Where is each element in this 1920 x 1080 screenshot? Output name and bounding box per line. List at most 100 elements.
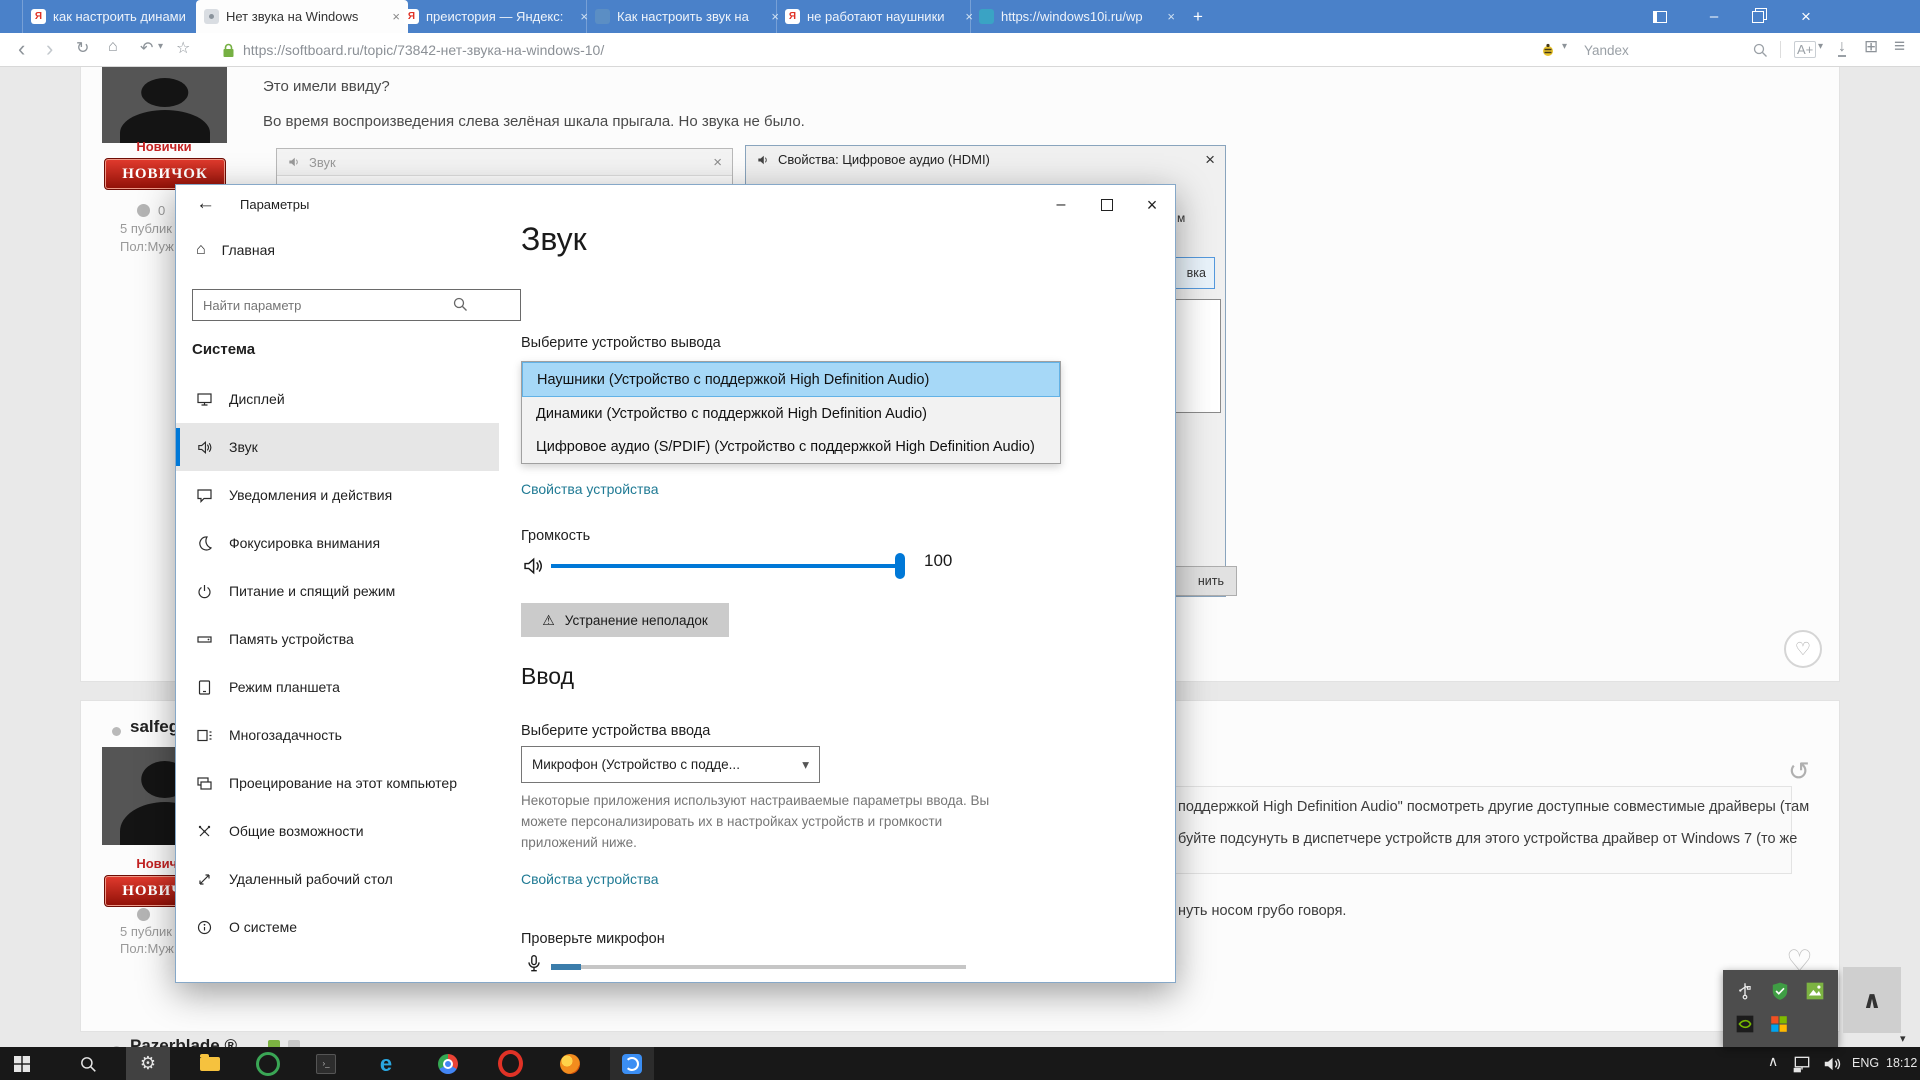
new-tab-button[interactable]: +: [1180, 0, 1216, 33]
browser-tab-2-active[interactable]: Нет звука на Windows ×: [196, 0, 408, 33]
device-properties-link[interactable]: Свойства устройства: [521, 871, 659, 887]
back-icon[interactable]: ←: [196, 193, 215, 215]
window-close-button[interactable]: ×: [1786, 0, 1826, 33]
undo-icon[interactable]: ↶: [140, 38, 153, 58]
browser-tab-1[interactable]: Я как настроить динами ×: [22, 0, 211, 33]
back-nav-icon[interactable]: ‹: [18, 36, 25, 62]
volume-slider-thumb[interactable]: [895, 553, 905, 579]
taskbar-file-explorer[interactable]: [188, 1047, 232, 1080]
secure-lock-icon[interactable]: [222, 43, 235, 58]
home-icon: ⌂: [196, 241, 206, 259]
volume-slider-track[interactable]: [551, 564, 903, 568]
clock[interactable]: 18:12: [1886, 1056, 1917, 1070]
sidebar-item-about[interactable]: О системе: [176, 903, 499, 951]
taskbar-app-green[interactable]: [246, 1047, 290, 1080]
like-button[interactable]: ♡: [1784, 630, 1822, 668]
device-option-headphones[interactable]: Наушники (Устройство с поддержкой High D…: [522, 362, 1060, 397]
sidebar-item-display[interactable]: Дисплей: [176, 375, 499, 423]
sidebar-item-notifications[interactable]: Уведомления и действия: [176, 471, 499, 519]
sidebar-item-tablet-mode[interactable]: Режим планшета: [176, 663, 499, 711]
language-indicator[interactable]: ENG: [1852, 1056, 1879, 1070]
taskbar-app-console[interactable]: ›_: [304, 1047, 348, 1080]
search-icon[interactable]: [452, 296, 468, 312]
browser-tab-6[interactable]: https://windows10i.ru/wp ×: [970, 0, 1183, 33]
sidebar-item-projecting[interactable]: Проецирование на этот компьютер: [176, 759, 499, 807]
font-size-icon[interactable]: A+: [1794, 41, 1816, 58]
sidebar-item-power[interactable]: Питание и спящий режим: [176, 567, 499, 615]
nvidia-icon[interactable]: [1735, 1014, 1755, 1034]
reputation-icon: [137, 908, 150, 921]
browser-tab-4[interactable]: Как настроить звук на ×: [586, 0, 787, 33]
reply-icon[interactable]: ↺: [1788, 756, 1810, 787]
taskbar-firefox[interactable]: [548, 1047, 592, 1080]
sidebar-item-multitasking[interactable]: Многозадачность: [176, 711, 499, 759]
chevron-down-icon: ▾: [802, 757, 809, 773]
quote-text-fragment: буйте подсунуть в диспетчере устройств д…: [1178, 831, 1797, 847]
defender-shield-icon[interactable]: [1770, 980, 1790, 1002]
minimize-button[interactable]: –: [1041, 185, 1081, 225]
download-icon[interactable]: ↓: [1838, 38, 1846, 57]
menu-icon[interactable]: ≡: [1894, 36, 1905, 58]
taskbar-edge[interactable]: e: [364, 1047, 408, 1080]
input-note: Некоторые приложения используют настраив…: [521, 791, 999, 854]
tray-chevron-up-icon[interactable]: ∧: [1768, 1053, 1778, 1070]
button-label: вка: [1187, 266, 1206, 280]
bookmark-star-icon[interactable]: ☆: [176, 38, 190, 58]
close-icon[interactable]: ×: [713, 154, 722, 171]
search-icon[interactable]: [1752, 42, 1768, 58]
close-button[interactable]: ×: [1132, 185, 1172, 225]
settings-search-box[interactable]: [192, 289, 479, 319]
close-icon[interactable]: ×: [1205, 150, 1215, 170]
taskbar-search-button[interactable]: [66, 1047, 110, 1080]
search-input[interactable]: [192, 289, 521, 321]
speaker-icon[interactable]: [1822, 1054, 1842, 1074]
browser-tab-5[interactable]: Я не работают наушники ×: [776, 0, 981, 33]
start-button[interactable]: [0, 1047, 44, 1080]
browser-tab-3[interactable]: Я преистория — Яндекс: ×: [396, 0, 596, 33]
sidebar-item-shared-experiences[interactable]: Общие возможности: [176, 807, 499, 855]
maximize-button[interactable]: [1087, 185, 1127, 225]
photo-app-icon[interactable]: [1805, 981, 1825, 1001]
tray-show-hidden-button[interactable]: ∧: [1843, 967, 1901, 1033]
sidebar-section-title: Система: [192, 341, 255, 358]
sidebar-item-sound[interactable]: Звук: [176, 423, 499, 471]
sidebar-item-storage[interactable]: Память устройства: [176, 615, 499, 663]
device-properties-link[interactable]: Свойства устройства: [521, 481, 659, 497]
forward-nav-icon[interactable]: ›: [46, 36, 53, 62]
username[interactable]: salfeg: [130, 717, 179, 737]
window-restore-button[interactable]: [1738, 0, 1778, 33]
troubleshoot-button[interactable]: ⚠ Устранение неполадок: [521, 603, 729, 637]
windows-colors-icon[interactable]: [1769, 1014, 1789, 1034]
extension-bee-icon[interactable]: [1540, 42, 1556, 58]
device-option-label: Динамики (Устройство с поддержкой High D…: [536, 406, 927, 422]
device-option-speakers[interactable]: Динамики (Устройство с поддержкой High D…: [522, 397, 1060, 430]
sidebar-item-label: Дисплей: [229, 391, 285, 407]
input-device-combobox[interactable]: Микрофон (Устройство с подде... ▾: [521, 746, 820, 783]
network-icon[interactable]: [1792, 1054, 1812, 1074]
device-option-spdif[interactable]: Цифровое аудио (S/PDIF) (Устройство с по…: [522, 430, 1060, 463]
taskbar-opera[interactable]: [488, 1047, 532, 1080]
chevron-down-icon[interactable]: ▾: [1900, 1032, 1906, 1045]
avatar[interactable]: [102, 67, 227, 143]
taskbar-yandex-browser-active[interactable]: [610, 1047, 654, 1080]
sidebar-item-remote-desktop[interactable]: Удаленный рабочий стол: [176, 855, 499, 903]
collections-tiles-icon[interactable]: ⊞: [1864, 37, 1878, 57]
share-icon: [196, 823, 213, 840]
taskbar-settings-app[interactable]: ⚙: [126, 1047, 170, 1080]
sidebar-item-focus[interactable]: Фокусировка внимания: [176, 519, 499, 567]
panel-toggle-icon[interactable]: [1640, 0, 1680, 33]
window-minimize-button[interactable]: –: [1694, 0, 1734, 33]
speaker-icon[interactable]: [522, 555, 544, 577]
chevron-down-icon[interactable]: ▾: [158, 41, 163, 52]
tab-close-icon[interactable]: ×: [1167, 9, 1175, 24]
taskbar-chrome[interactable]: [426, 1047, 470, 1080]
home-icon[interactable]: ⌂: [108, 38, 118, 56]
usb-icon[interactable]: [1735, 980, 1755, 1002]
embedded-sound-window: Звук ×: [276, 148, 733, 186]
url-text[interactable]: https://softboard.ru/topic/73842-нет-зву…: [243, 42, 604, 58]
chevron-down-icon[interactable]: ▾: [1818, 41, 1823, 52]
reload-icon[interactable]: ↻: [76, 38, 89, 58]
chevron-down-icon[interactable]: ▾: [1562, 41, 1567, 52]
sidebar-item-home[interactable]: ⌂ Главная: [176, 233, 499, 267]
chevron-up-icon: ∧: [1862, 986, 1882, 1015]
